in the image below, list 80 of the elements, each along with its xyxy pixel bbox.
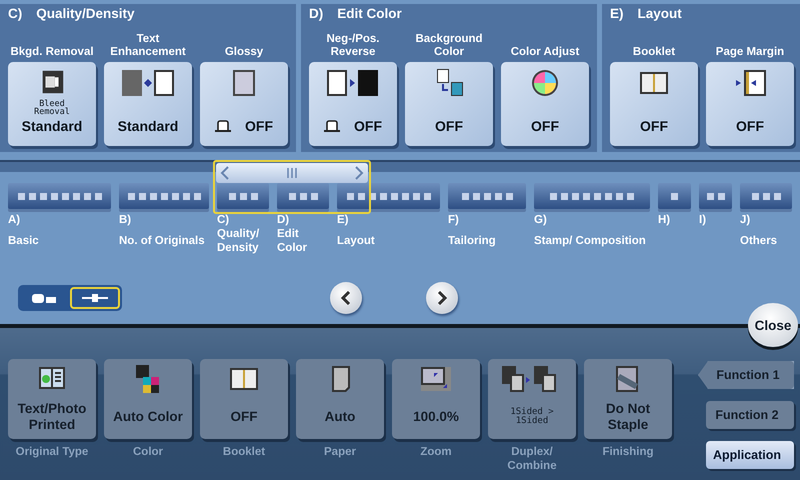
category-tile[interactable] — [119, 183, 209, 209]
category-letter: B) — [119, 213, 132, 227]
category-tile[interactable] — [740, 183, 792, 209]
category-tile[interactable] — [337, 183, 440, 209]
function-label: Neg-/Pos. Reverse — [326, 32, 380, 60]
indicator-icon — [324, 120, 340, 132]
chevron-left-icon — [220, 166, 230, 180]
function-button[interactable]: OFF — [501, 62, 589, 146]
slider-view-icon — [80, 293, 110, 303]
function-tab[interactable]: Function 1 — [698, 361, 794, 389]
category-tile[interactable] — [8, 183, 111, 209]
group-title: Layout — [638, 6, 682, 23]
category-tile[interactable] — [534, 183, 650, 209]
setting-button[interactable]: Auto Color — [104, 359, 192, 439]
setting-button[interactable]: Text/Photo Printed — [8, 359, 96, 439]
function-button[interactable]: OFF — [405, 62, 493, 146]
indicator-icon — [215, 120, 231, 132]
function-label: Booklet — [632, 45, 676, 60]
setting-caption: Finishing — [602, 445, 654, 459]
setting-caption: Duplex/ Combine — [506, 445, 558, 473]
category-letter: E) — [337, 213, 350, 227]
category-label: Tailoring — [448, 234, 497, 249]
function-label: Page Margin — [716, 45, 784, 60]
chevron-left-icon — [340, 291, 352, 305]
setting-button[interactable]: 1Sided > 1Sided — [488, 359, 576, 439]
category-label: Basic — [8, 234, 40, 249]
function-button[interactable]: Bleed Removal Standard — [8, 62, 96, 146]
function-button[interactable]: Standard — [104, 62, 192, 146]
category-label: Others — [740, 234, 778, 249]
setting-caption: Paper — [324, 445, 356, 459]
category-tile[interactable] — [277, 183, 329, 209]
category-letter: H) — [658, 213, 672, 227]
view-frame[interactable] — [213, 160, 371, 214]
function-label: Background Color — [415, 32, 483, 60]
category-letter: C) — [217, 213, 230, 227]
function-button[interactable]: OFF — [200, 62, 288, 146]
function-label: Bkgd. Removal — [10, 45, 94, 60]
category-letter: F) — [448, 213, 460, 227]
group-letter: D) — [309, 6, 324, 23]
category-tile[interactable] — [699, 183, 732, 209]
category-letter: G) — [534, 213, 548, 227]
setting-caption: Zoom — [420, 445, 452, 459]
category-letter: J) — [740, 213, 752, 227]
category-label: Edit Color — [277, 227, 308, 255]
category-label: Stamp/ Composition — [534, 234, 647, 249]
grip-icon — [286, 168, 298, 178]
function-button[interactable]: OFF — [610, 62, 698, 146]
category-label: Layout — [337, 234, 376, 249]
category-letter: I) — [699, 213, 708, 227]
function-button[interactable]: OFF — [706, 62, 794, 146]
setting-button[interactable]: Auto — [296, 359, 384, 439]
chevron-right-icon — [436, 291, 448, 305]
close-button[interactable]: Close — [748, 303, 798, 347]
function-label: Text Enhancement — [110, 32, 186, 60]
group-title: Edit Color — [337, 6, 402, 23]
category-label: No. of Originals — [119, 234, 206, 249]
category-tile[interactable] — [448, 183, 526, 209]
group-title: Quality/Density — [36, 6, 135, 23]
setting-caption: Original Type — [16, 445, 88, 459]
setting-button[interactable]: Do Not Staple — [584, 359, 672, 439]
category-tile[interactable] — [658, 183, 691, 209]
view-mode-button[interactable] — [70, 287, 120, 309]
next-button[interactable] — [426, 282, 458, 314]
category-tile[interactable] — [217, 183, 269, 209]
group-letter: C) — [8, 6, 22, 23]
setting-caption: Color — [132, 445, 164, 459]
function-tab[interactable]: Function 2 — [706, 401, 794, 429]
group-letter: E) — [610, 6, 624, 23]
setting-button[interactable]: OFF — [200, 359, 288, 439]
chevron-right-icon — [354, 166, 364, 180]
function-label: Color Adjust — [510, 45, 580, 60]
application-button[interactable]: Application — [706, 441, 794, 469]
setting-caption: Booklet — [222, 445, 266, 459]
function-button[interactable]: OFF — [309, 62, 397, 146]
category-letter: D) — [277, 213, 290, 227]
category-label: Quality/ Density — [217, 227, 260, 255]
function-label: Glossy — [224, 45, 264, 60]
previous-button[interactable] — [330, 282, 362, 314]
setting-button[interactable]: 100.0% — [392, 359, 480, 439]
category-letter: A) — [8, 213, 22, 227]
